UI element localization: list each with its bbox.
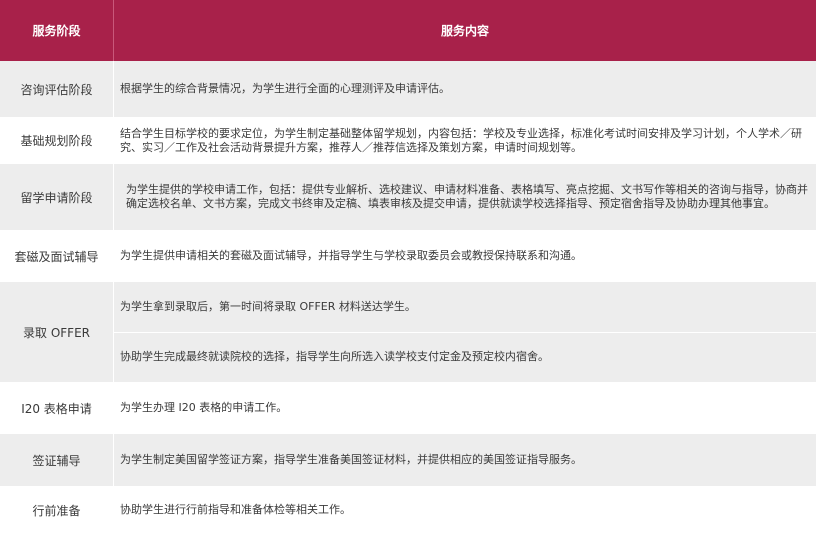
content-cell: 根据学生的综合背景情况，为学生进行全面的心理测评及申请评估。 <box>120 82 450 95</box>
table-header: 服务阶段 服务内容 <box>0 0 816 61</box>
content-cell: 为学生拿到录取后，第一时间将录取 OFFER 材料送达学生。 <box>120 299 416 313</box>
stage-cell: 基础规划阶段 <box>20 134 93 148</box>
header-stage: 服务阶段 <box>32 24 81 38</box>
table-row: 签证辅导 为学生制定美国留学签证方案，指导学生准备美国签证材料，并提供相应的美国… <box>0 434 816 486</box>
stage-cell: 套磁及面试辅导 <box>14 249 99 264</box>
table-row: 录取 OFFER 为学生拿到录取后，第一时间将录取 OFFER 材料送达学生。 … <box>0 282 816 382</box>
content-cell: 为学生提供申请相关的套磁及面试辅导，并指导学生与学校录取委员会或教授保持联系和沟… <box>120 249 582 262</box>
table-row: 基础规划阶段 结合学生目标学校的要求定位，为学生制定基础整体留学规划，内容包括：… <box>0 117 816 164</box>
content-cell: 协助学生完成最终就读院校的选择，指导学生向所选入读学校支付定金及预定校内宿舍。 <box>120 350 549 364</box>
stage-cell: I20 表格申请 <box>21 401 92 416</box>
table-row: I20 表格申请 为学生办理 I20 表格的申请工作。 <box>0 382 816 434</box>
content-cell: 协助学生进行行前指导和准备体检等相关工作。 <box>120 503 351 516</box>
stage-cell: 签证辅导 <box>32 453 81 468</box>
stage-cell: 行前准备 <box>32 503 81 518</box>
table-row: 留学申请阶段 为学生提供的学校申请工作，包括：提供专业解析、选校建议、申请材料准… <box>0 164 816 230</box>
table-row: 咨询评估阶段 根据学生的综合背景情况，为学生进行全面的心理测评及申请评估。 <box>0 61 816 117</box>
stage-cell: 录取 OFFER <box>23 325 90 340</box>
content-cell: 为学生制定美国留学签证方案，指导学生准备美国签证材料，并提供相应的美国签证指导服… <box>120 453 582 466</box>
stage-cell: 咨询评估阶段 <box>20 82 93 97</box>
content-cell: 为学生办理 I20 表格的申请工作。 <box>120 401 288 414</box>
table-row: 套磁及面试辅导 为学生提供申请相关的套磁及面试辅导，并指导学生与学校录取委员会或… <box>0 230 816 282</box>
stage-cell: 留学申请阶段 <box>20 190 93 205</box>
content-cell: 结合学生目标学校的要求定位，为学生制定基础整体留学规划，内容包括：学校及专业选择… <box>120 126 802 154</box>
header-content: 服务内容 <box>113 0 816 61</box>
service-table: 服务阶段 服务内容 咨询评估阶段 根据学生的综合背景情况，为学生进行全面的心理测… <box>0 0 816 534</box>
table-row: 行前准备 协助学生进行行前指导和准备体检等相关工作。 <box>0 486 816 534</box>
content-cell: 为学生提供的学校申请工作，包括：提供专业解析、选校建议、申请材料准备、表格填写、… <box>126 183 808 210</box>
